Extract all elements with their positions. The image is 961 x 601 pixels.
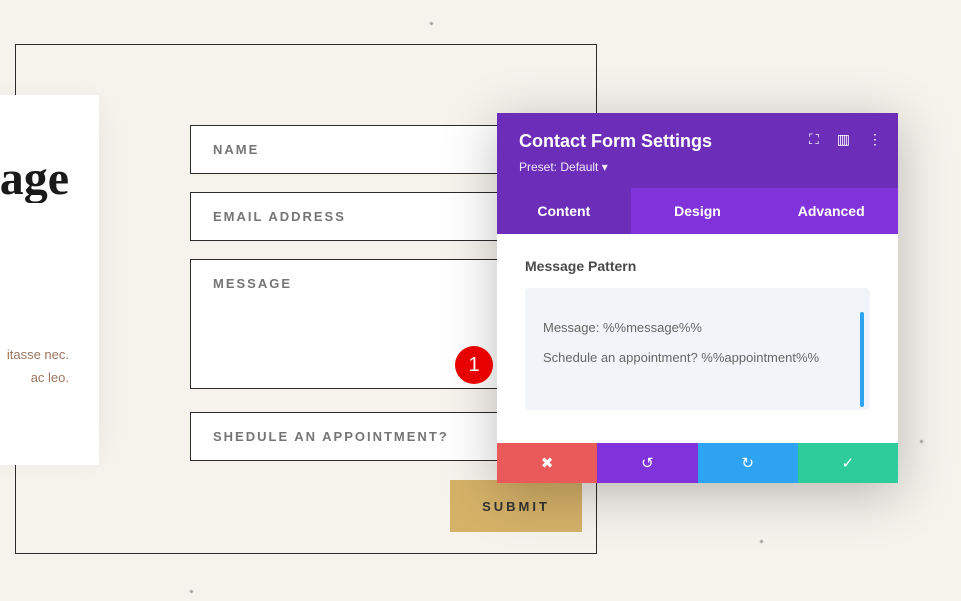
modal-header-actions: ⛶ ▥ ⋮ <box>809 131 882 148</box>
speck-decoration <box>429 21 433 25</box>
scroll-indicator[interactable] <box>860 312 864 407</box>
modal-footer: ✖ ↺ ↻ ✓ <box>497 443 898 483</box>
corner-decoration <box>0 0 14 14</box>
modal-body: Message Pattern <box>497 234 898 443</box>
expand-icon[interactable]: ⛶ <box>809 131 819 148</box>
callout-badge: 1 <box>455 346 493 384</box>
preset-dropdown[interactable]: Preset: Default ▾ <box>519 160 608 174</box>
pattern-wrap <box>525 288 870 413</box>
speck-decoration <box>189 589 193 593</box>
tab-design[interactable]: Design <box>631 188 765 234</box>
check-icon: ✓ <box>842 454 855 472</box>
save-button[interactable]: ✓ <box>798 443 898 483</box>
undo-icon: ↺ <box>641 454 654 472</box>
more-icon[interactable]: ⋮ <box>868 131 882 148</box>
intro-card: age itasse nec. ac leo. <box>0 95 99 465</box>
modal-header[interactable]: Contact Form Settings Preset: Default ▾ … <box>497 113 898 188</box>
page-title: age <box>0 155 69 203</box>
desc-line: ac leo. <box>0 366 69 389</box>
close-icon: ✖ <box>541 454 554 472</box>
submit-button[interactable]: SUBMIT <box>450 480 582 532</box>
columns-icon[interactable]: ▥ <box>837 131 850 148</box>
tab-content[interactable]: Content <box>497 188 631 234</box>
desc-line: itasse nec. <box>0 343 69 366</box>
cancel-button[interactable]: ✖ <box>497 443 597 483</box>
speck-decoration <box>919 439 923 443</box>
modal-tabs: Content Design Advanced <box>497 188 898 234</box>
page-description: itasse nec. ac leo. <box>0 343 69 390</box>
redo-icon: ↻ <box>741 454 754 472</box>
field-label: Message Pattern <box>525 258 870 274</box>
message-pattern-input[interactable] <box>525 288 870 410</box>
settings-modal: Contact Form Settings Preset: Default ▾ … <box>497 113 898 483</box>
redo-button[interactable]: ↻ <box>698 443 798 483</box>
tab-advanced[interactable]: Advanced <box>764 188 898 234</box>
speck-decoration <box>759 539 763 543</box>
undo-button[interactable]: ↺ <box>597 443 697 483</box>
